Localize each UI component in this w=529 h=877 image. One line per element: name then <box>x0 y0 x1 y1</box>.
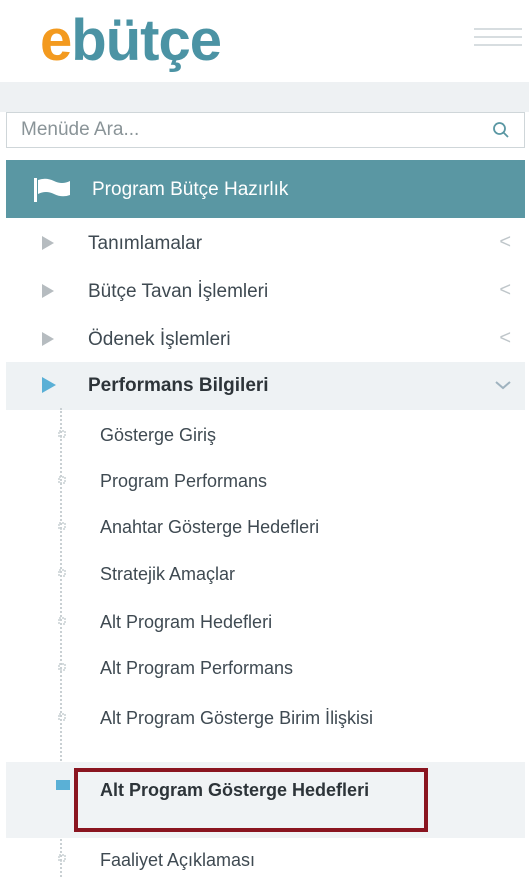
submenu-item-label: Gösterge Giriş <box>100 425 217 445</box>
submenu-item-label: Alt Program Performans <box>100 658 294 678</box>
tree-node-icon <box>58 430 66 438</box>
section-header[interactable]: Program Bütçe Hazırlık <box>6 160 525 218</box>
menu-item-butce-tavan-islemleri[interactable]: Bütçe Tavan İşlemleri < <box>6 268 525 316</box>
section-title: Program Bütçe Hazırlık <box>92 179 289 200</box>
triangle-right-icon <box>42 284 54 298</box>
menu-item-label: Bütçe Tavan İşlemleri <box>88 281 269 302</box>
tree-node-icon <box>58 569 66 577</box>
hamburger-menu-icon[interactable] <box>474 28 522 50</box>
menu-item-label: Tanımlamalar <box>88 233 203 254</box>
tree-node-icon <box>58 663 66 671</box>
submenu-item-label: Anahtar Gösterge Hedefleri <box>100 517 320 537</box>
tree-node-icon <box>58 617 66 625</box>
submenu-item-stratejik-amaclar[interactable]: Stratejik Amaçlar <box>6 550 525 598</box>
menu-item-tanimlamalar[interactable]: Tanımlamalar < <box>6 220 525 268</box>
menu-search <box>6 112 525 148</box>
submenu-item-label: Stratejik Amaçlar <box>100 564 236 584</box>
submenu-item-alt-program-performans[interactable]: Alt Program Performans <box>6 646 525 692</box>
submenu-item-anahtar-gosterge-hedefleri[interactable]: Anahtar Gösterge Hedefleri <box>6 504 525 550</box>
chevron-left-icon: < <box>499 279 511 301</box>
selection-outline <box>74 768 428 832</box>
triangle-right-icon <box>42 332 54 346</box>
menu-item-label: Ödenek İşlemleri <box>88 329 231 350</box>
active-marker <box>56 780 70 790</box>
chevron-left-icon: < <box>499 231 511 253</box>
submenu-item-program-performans[interactable]: Program Performans <box>6 458 525 504</box>
logo-text: bütçe <box>71 8 222 73</box>
submenu-item-alt-program-gosterge-birim-iliskisi[interactable]: Alt Program Gösterge Birim İlişkisi <box>6 696 525 762</box>
submenu-item-gosterge-giris[interactable]: Gösterge Giriş <box>6 412 525 458</box>
chevron-down-icon <box>495 380 511 390</box>
toolbar-strip <box>0 82 529 112</box>
logo-e: e <box>40 8 72 73</box>
search-input[interactable] <box>7 113 477 147</box>
chevron-left-icon: < <box>499 327 511 349</box>
submenu-item-label: Alt Program Gösterge Birim İlişkisi <box>100 708 374 728</box>
tree-node-icon <box>58 476 66 484</box>
triangle-right-icon <box>42 377 56 393</box>
ebutce-logo[interactable]: ebütçe <box>40 6 222 76</box>
submenu-item-label: Program Performans <box>100 471 268 491</box>
search-icon[interactable] <box>492 121 510 139</box>
submenu-item-label: Alt Program Hedefleri <box>100 612 273 632</box>
submenu-item-alt-program-hedefleri[interactable]: Alt Program Hedefleri <box>6 598 525 646</box>
triangle-right-icon <box>42 236 54 250</box>
flag-icon <box>34 178 70 202</box>
submenu-item-faaliyet-aciklamasi[interactable]: Faaliyet Açıklaması <box>6 840 525 877</box>
tree-node-icon <box>58 854 66 862</box>
tree-node-icon <box>58 713 66 721</box>
header: ebütçe <box>0 0 529 82</box>
menu-item-odenek-islemleri[interactable]: Ödenek İşlemleri < <box>6 316 525 364</box>
menu-item-performans-bilgileri[interactable]: Performans Bilgileri <box>6 362 525 410</box>
tree-node-icon <box>58 522 66 530</box>
menu-item-label: Performans Bilgileri <box>88 375 269 396</box>
submenu-item-label: Faaliyet Açıklaması <box>100 850 256 870</box>
